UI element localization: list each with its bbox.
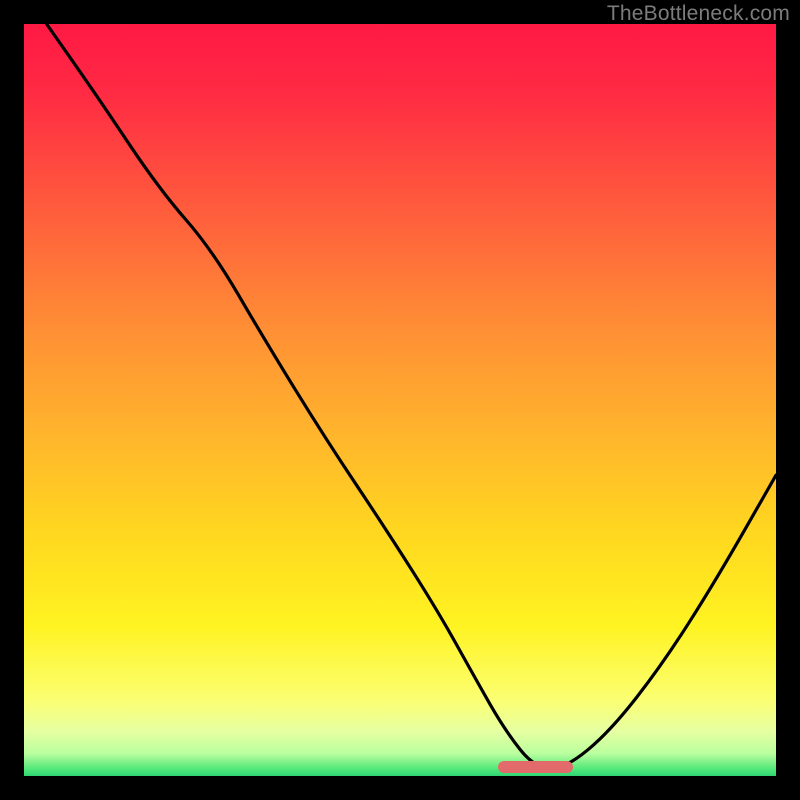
optimal-range-marker <box>498 761 573 773</box>
outer-frame: TheBottleneck.com <box>0 0 800 800</box>
plot-area <box>24 24 776 776</box>
watermark-text: TheBottleneck.com <box>607 2 790 26</box>
bottleneck-curve <box>24 24 776 776</box>
